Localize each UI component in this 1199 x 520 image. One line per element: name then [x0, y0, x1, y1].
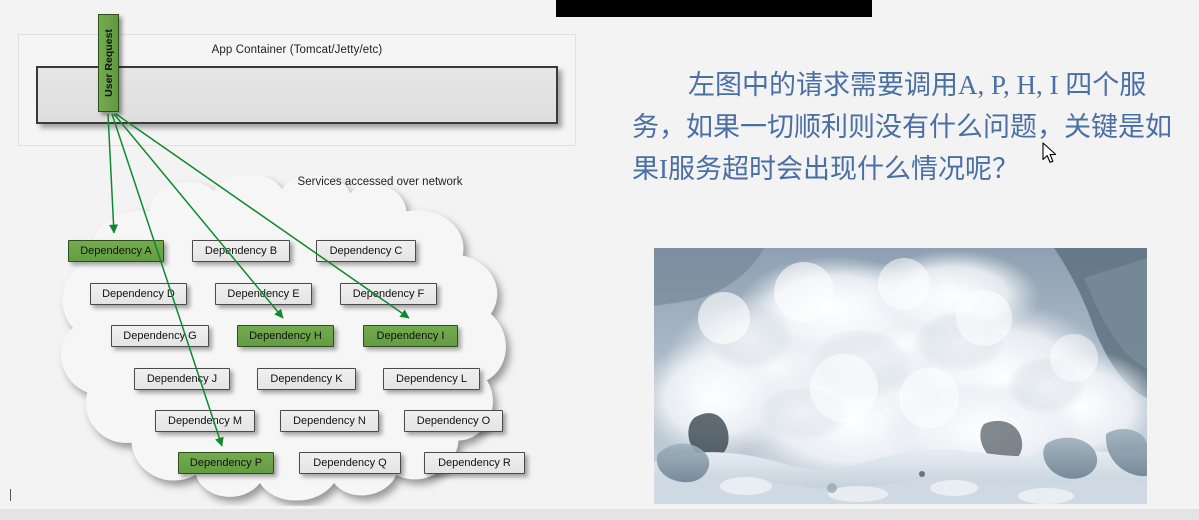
- arrow-to-dependency-i: [115, 113, 410, 319]
- user-request-entry: User Request: [98, 14, 119, 112]
- arrow-to-dependency-p: [111, 113, 224, 447]
- bottom-status-strip: [0, 509, 1199, 520]
- architecture-diagram: App Container (Tomcat/Jetty/etc) Service…: [0, 0, 600, 510]
- commentary-text: 左图中的请求需要调用A, P, H, I 四个服务，如果一切顺利则没有什么问题，…: [632, 70, 1172, 184]
- slide-canvas: App Container (Tomcat/Jetty/etc) Service…: [0, 0, 1199, 520]
- arrow-to-dependency-h: [113, 113, 284, 319]
- avalanche-photo: [654, 248, 1147, 504]
- arrow-to-dependency-a: [107, 113, 119, 234]
- request-call-arrows: [107, 113, 410, 447]
- user-request-label: User Request: [102, 29, 115, 97]
- mouse-cursor: [1042, 142, 1057, 163]
- redaction-bar: [556, 0, 872, 17]
